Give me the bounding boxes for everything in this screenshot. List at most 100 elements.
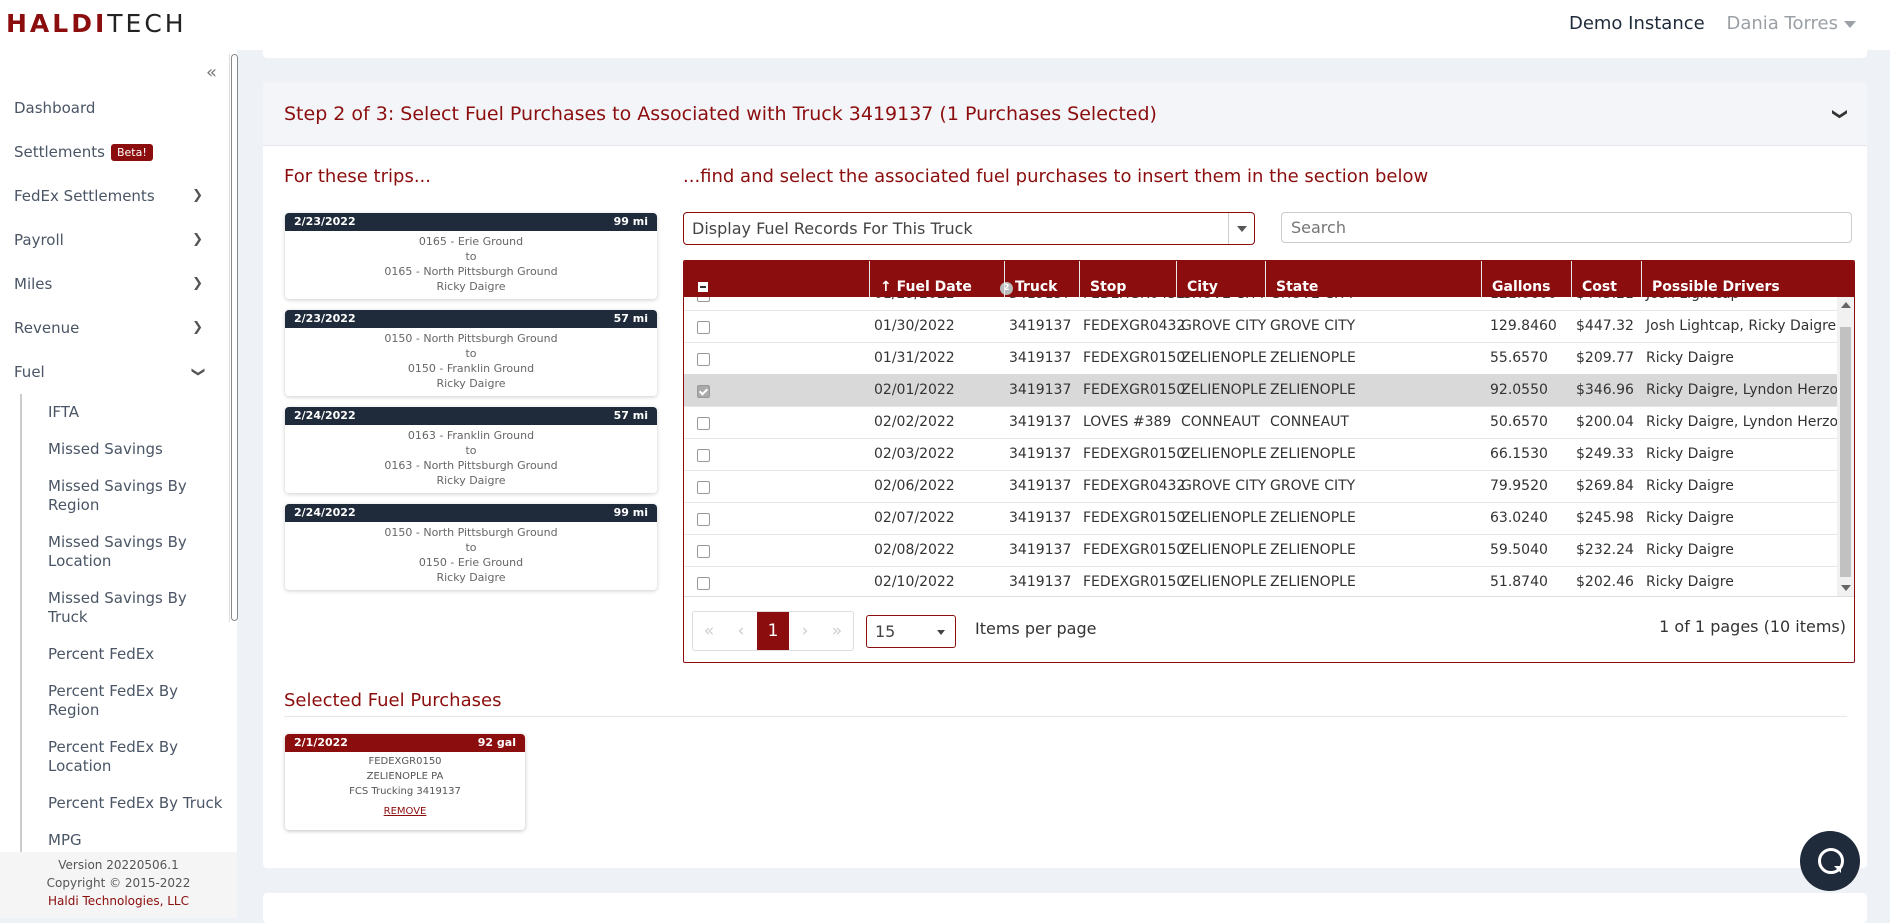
company-link[interactable]: Haldi Technologies, LLC	[0, 892, 237, 910]
sidebar-item-missed-savings[interactable]: Missed Savings	[22, 431, 225, 468]
table-row[interactable]: 02/07/2022 3419137 FEDEXGR0150 ZELIENOPLE ZE…	[684, 502, 1837, 535]
sidebar-item-missed-savings-by-region[interactable]: Missed Savings By Region	[22, 468, 225, 524]
sidebar-item-percent-fedex-by-truck[interactable]: Percent FedEx By Truck	[22, 785, 225, 822]
cell-stop: FEDEXGR0150	[1083, 350, 1186, 366]
cell-fuel-date: 02/01/2022	[874, 382, 955, 398]
cell-truck: 3419137	[1009, 574, 1072, 590]
table-row[interactable]: 02/10/2022 3419137 FEDEXGR0150 ZELIENOPLE ZE…	[684, 566, 1837, 596]
sidebar-footer: Version 20220506.1 Copyright © 2015-2022…	[0, 852, 237, 918]
grid-scroll-thumb[interactable]	[1840, 327, 1851, 577]
cell-stop: FEDEXGR0150	[1083, 542, 1186, 558]
last-page-button[interactable]: »	[821, 612, 853, 650]
first-page-button[interactable]: «	[693, 612, 725, 650]
sidebar-item-fuel[interactable]: Fuel ❯	[0, 350, 225, 394]
cell-state: GROVE CITY	[1270, 318, 1356, 334]
purchase-stop: FEDEXGR0150	[368, 756, 442, 767]
cell-fuel-date: 02/02/2022	[874, 414, 955, 430]
table-row[interactable]: 02/06/2022 3419137 FEDEXGR0432 GROVE CITY GR…	[684, 470, 1837, 503]
row-checkbox[interactable]	[697, 297, 710, 302]
sidebar-item-missed-savings-by-truck[interactable]: Missed Savings By Truck	[22, 580, 225, 636]
row-checkbox[interactable]	[697, 577, 710, 590]
next-page-button[interactable]: ›	[789, 612, 821, 650]
column-header-cost[interactable]: Cost	[1571, 261, 1642, 297]
sidebar-item-missed-savings-by-location[interactable]: Missed Savings By Location	[22, 524, 225, 580]
cell-gallons: 59.5040	[1490, 542, 1548, 558]
sidebar-item-fedex-settlements[interactable]: FedEx Settlements ❯	[0, 174, 225, 218]
sidebar-item-percent-fedex[interactable]: Percent FedEx	[22, 636, 225, 673]
dropdown-arrow-icon[interactable]	[1228, 213, 1254, 244]
row-checkbox[interactable]	[697, 353, 710, 366]
remove-link[interactable]: REMOVE	[285, 804, 525, 819]
column-header-possible-drivers[interactable]: Possible Drivers	[1641, 261, 1838, 297]
cell-cost: $232.24	[1576, 542, 1634, 558]
scroll-down-icon[interactable]	[1841, 585, 1851, 591]
sidebar-item-percent-fedex-by-location[interactable]: Percent FedEx By Location	[22, 729, 225, 785]
user-menu[interactable]: Dania Torres	[1726, 13, 1856, 34]
cell-city: GROVE CITY	[1181, 297, 1266, 310]
cell-fuel-date: 01/29/2022	[874, 297, 955, 310]
cell-fuel-date: 01/31/2022	[874, 350, 955, 366]
cell-possible-drivers: Ricky Daigre	[1646, 350, 1734, 366]
sidebar-item-payroll[interactable]: Payroll ❯	[0, 218, 225, 262]
items-per-page-select[interactable]: 15	[866, 615, 956, 648]
trips-heading: For these trips...	[284, 166, 431, 187]
cell-city: CONNEAUT	[1181, 414, 1260, 430]
sidebar-item-percent-fedex-by-region[interactable]: Percent FedEx By Region	[22, 673, 225, 729]
grid-scrollbar[interactable]	[1837, 297, 1854, 596]
sidebar-item-revenue[interactable]: Revenue ❯	[0, 306, 225, 350]
trip-driver: Ricky Daigre	[436, 474, 506, 487]
scroll-up-icon[interactable]	[1841, 302, 1851, 308]
chat-button[interactable]	[1800, 831, 1860, 891]
step-2-header[interactable]: Step 2 of 3: Select Fuel Purchases to As…	[263, 83, 1867, 146]
select-all-header[interactable]	[684, 261, 869, 297]
step-3-card	[263, 893, 1867, 923]
table-row[interactable]: 02/08/2022 3419137 FEDEXGR0150 ZELIENOPLE ZE…	[684, 534, 1837, 567]
sidebar-item-ifta[interactable]: IFTA	[22, 394, 225, 431]
table-row[interactable]: 02/03/2022 3419137 FEDEXGR0150 ZELIENOPLE ZE…	[684, 438, 1837, 471]
page-1-button[interactable]: 1	[757, 612, 789, 650]
sidebar-item-settlements[interactable]: Settlements Beta!	[0, 130, 225, 174]
table-row[interactable]: 01/30/2022 3419137 FEDEXGR0432 GROVE CITY GR…	[684, 310, 1837, 343]
purchase-truck: FCS Trucking 3419137	[349, 786, 461, 797]
caret-down-icon	[1844, 20, 1856, 28]
row-checkbox[interactable]	[697, 449, 710, 462]
sidebar-item-dashboard[interactable]: Dashboard	[0, 86, 225, 130]
prev-page-button[interactable]: ‹	[725, 612, 757, 650]
row-checkbox[interactable]	[697, 513, 710, 526]
trip-date: 2/24/2022	[294, 506, 356, 519]
chevron-right-icon: ❯	[192, 276, 203, 291]
pager-buttons: « ‹ 1 › »	[692, 611, 854, 651]
column-header-city[interactable]: City	[1176, 261, 1266, 297]
collapse-sidebar-icon[interactable]: «	[206, 62, 217, 83]
row-checkbox[interactable]	[697, 481, 710, 494]
column-header-fuel-date[interactable]: ↑ Fuel Date 2	[869, 261, 1013, 297]
column-header-stop[interactable]: Stop	[1079, 261, 1177, 297]
column-header-gallons[interactable]: Gallons	[1481, 261, 1572, 297]
cell-stop: FEDEXGR0150	[1083, 510, 1186, 526]
cell-gallons: 63.0240	[1490, 510, 1548, 526]
table-row[interactable]: 02/02/2022 3419137 LOVES #389 CONNEAUT CONNE…	[684, 406, 1837, 439]
search-input[interactable]	[1281, 212, 1852, 243]
trip-to-word: to	[465, 541, 477, 554]
haldi-tech-logo[interactable]: HALDITECH	[6, 9, 187, 38]
row-checkbox[interactable]	[697, 321, 710, 334]
cell-possible-drivers: Ricky Daigre	[1646, 446, 1734, 462]
row-checkbox[interactable]	[697, 417, 710, 430]
column-header-truck[interactable]: Truck	[1004, 261, 1080, 297]
table-row[interactable]: 01/29/20223419137FEDEXGR0432GROVE CITYGR…	[684, 297, 1837, 311]
select-all-checkbox[interactable]	[698, 282, 708, 292]
cell-truck: 3419137	[1009, 510, 1072, 526]
chevron-down-icon[interactable]: ❯	[1832, 108, 1850, 121]
table-row[interactable]: 02/01/2022 3419137 FEDEXGR0150 ZELIENOPLE ZE…	[684, 374, 1837, 407]
sidebar-scroll-thumb[interactable]	[231, 54, 238, 621]
cell-cost: $445.21	[1576, 297, 1634, 310]
row-checkbox[interactable]	[697, 385, 710, 398]
row-checkbox[interactable]	[697, 545, 710, 558]
trip-driver: Ricky Daigre	[436, 377, 506, 390]
cell-stop: FEDEXGR0150	[1083, 382, 1186, 398]
column-header-state[interactable]: State	[1265, 261, 1482, 297]
table-row[interactable]: 01/31/2022 3419137 FEDEXGR0150 ZELIENOPLE ZE…	[684, 342, 1837, 375]
fuel-records-filter-select[interactable]: Display Fuel Records For This Truck	[683, 212, 1255, 245]
cell-state: ZELIENOPLE	[1270, 542, 1356, 558]
sidebar-item-miles[interactable]: Miles ❯	[0, 262, 225, 306]
